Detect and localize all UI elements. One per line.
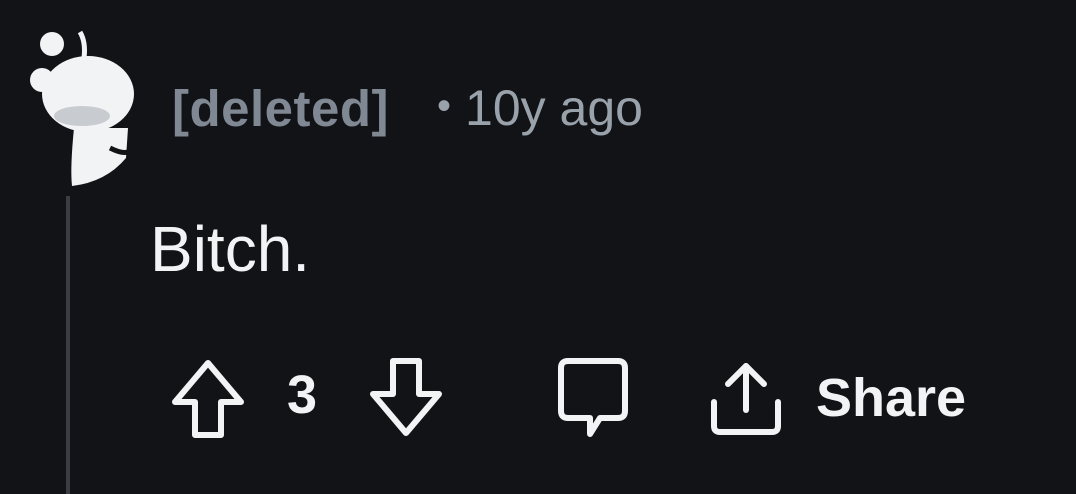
thread-line[interactable] (66, 196, 70, 494)
snoo-avatar-icon[interactable] (26, 28, 136, 188)
upvote-button[interactable] (170, 358, 246, 438)
arrow-down-icon (370, 358, 442, 436)
meta-separator: • (437, 83, 452, 128)
reply-button[interactable] (556, 356, 630, 440)
comment-timestamp[interactable]: 10y ago (465, 79, 643, 137)
downvote-button[interactable] (368, 358, 444, 438)
comment-actions: 3 Share (0, 350, 1076, 446)
share-icon (711, 363, 781, 435)
vote-count: 3 (287, 365, 318, 425)
share-button[interactable]: Share (706, 356, 966, 440)
comment: [deleted] • 10y ago Bitch. 3 Share (0, 0, 1076, 494)
comment-meta: [deleted] • 10y ago (172, 76, 643, 140)
share-label: Share (816, 368, 967, 428)
arrow-up-icon (172, 360, 244, 438)
comment-body: Bitch. (150, 213, 311, 285)
author-name[interactable]: [deleted] (172, 79, 389, 138)
speech-bubble-icon (558, 358, 628, 437)
